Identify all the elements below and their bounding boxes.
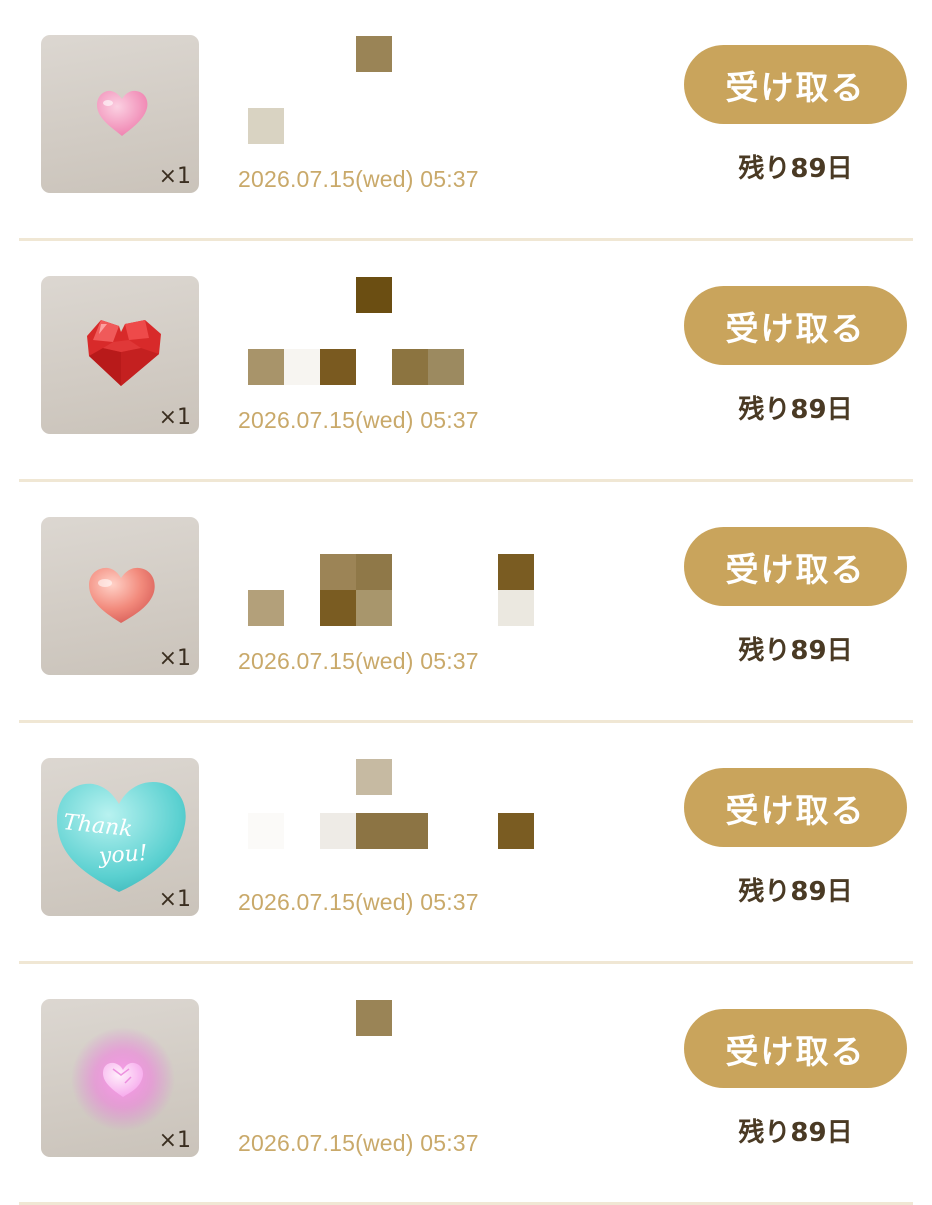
gift-row: ×1 2026.07.15(wed) 05:37 受け取る 残り89日 xyxy=(0,964,932,1205)
gift-quantity: ×1 xyxy=(158,1128,191,1153)
sender-message-mosaic xyxy=(236,30,596,160)
gift-date: 2026.07.15(wed) 05:37 xyxy=(238,648,479,674)
gift-date: 2026.07.15(wed) 05:37 xyxy=(238,889,479,915)
remaining-days: 残り89日 xyxy=(738,154,853,184)
gift-row: ×1 2026.07.15(wed) 05:37 受け取る 残り89日 xyxy=(0,482,932,723)
gift-quantity: ×1 xyxy=(158,646,191,671)
gift-quantity: ×1 xyxy=(158,405,191,430)
remaining-days: 残り89日 xyxy=(738,636,853,666)
remaining-days: 残り89日 xyxy=(738,877,853,907)
gift-row: Thank you! ×1 2026.07.15(wed) 05:37 受け取る… xyxy=(0,723,932,964)
gift-thumbnail: ×1 xyxy=(41,35,199,193)
gift-quantity: ×1 xyxy=(158,887,191,912)
gift-thumbnail: ×1 xyxy=(41,276,199,434)
sender-message-mosaic xyxy=(236,271,596,401)
gift-thumbnail: Thank you! ×1 xyxy=(41,758,199,916)
remaining-days: 残り89日 xyxy=(738,1118,853,1148)
gift-row: ×1 2026.07.15(wed) 05:37 受け取る 残り89日 xyxy=(0,0,932,241)
gift-thumbnail: ×1 xyxy=(41,999,199,1157)
sender-message-mosaic xyxy=(236,512,596,642)
gift-date: 2026.07.15(wed) 05:37 xyxy=(238,166,479,192)
gift-thumbnail: ×1 xyxy=(41,517,199,675)
gift-list: ×1 2026.07.15(wed) 05:37 受け取る 残り89日 ×1 2… xyxy=(0,0,932,1205)
receive-button[interactable]: 受け取る xyxy=(684,1009,907,1088)
gift-row: ×1 2026.07.15(wed) 05:37 受け取る 残り89日 xyxy=(0,241,932,482)
gift-date: 2026.07.15(wed) 05:37 xyxy=(238,407,479,433)
remaining-days: 残り89日 xyxy=(738,395,853,425)
svg-text:you!: you! xyxy=(97,841,148,869)
receive-button[interactable]: 受け取る xyxy=(684,768,907,847)
gift-date: 2026.07.15(wed) 05:37 xyxy=(238,1130,479,1156)
sender-message-mosaic xyxy=(236,994,596,1124)
sender-message-mosaic xyxy=(236,753,596,883)
receive-button[interactable]: 受け取る xyxy=(684,527,907,606)
receive-button[interactable]: 受け取る xyxy=(684,286,907,365)
receive-button[interactable]: 受け取る xyxy=(684,45,907,124)
gift-quantity: ×1 xyxy=(158,164,191,189)
